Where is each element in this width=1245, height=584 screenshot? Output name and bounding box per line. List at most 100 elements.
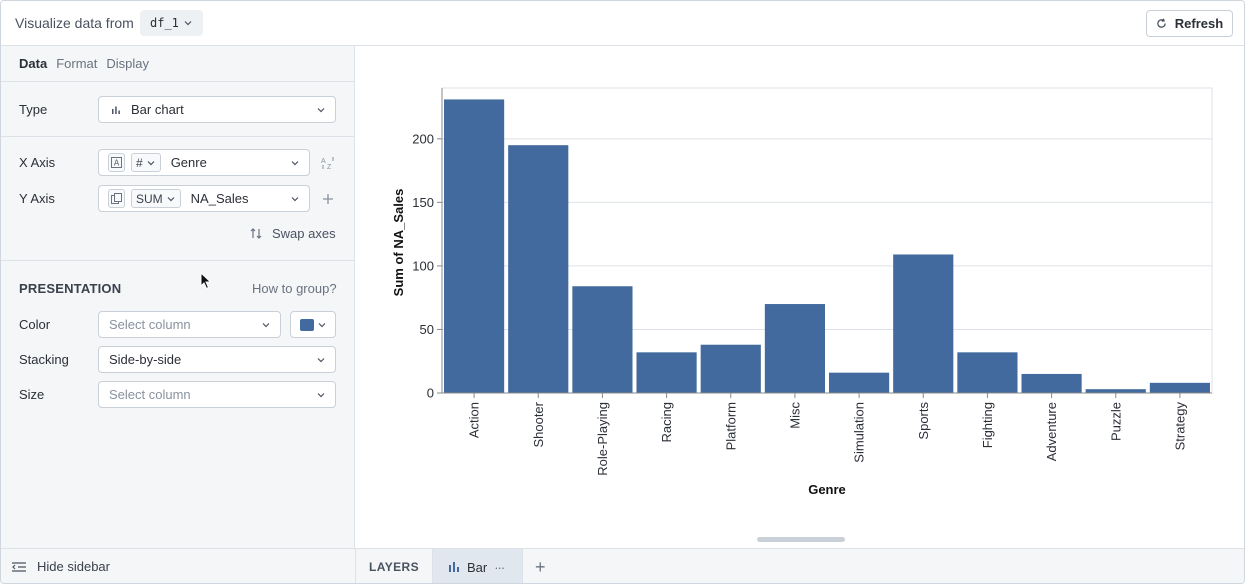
layers-bar: LAYERS Bar ··· + xyxy=(355,549,546,583)
bar-puzzle xyxy=(1085,389,1146,393)
bar-platform xyxy=(700,344,761,393)
bottom-bar: Hide sidebar LAYERS Bar ··· + xyxy=(1,548,1244,583)
bar-fighting xyxy=(957,352,1018,393)
presentation-title: PRESENTATION xyxy=(19,281,122,296)
x-axis-column: Genre xyxy=(170,155,207,170)
x-tick-label: Fighting xyxy=(980,402,995,448)
chevron-down-icon xyxy=(291,197,299,202)
y-tick-label: 200 xyxy=(412,131,434,146)
x-tick-label: Sports xyxy=(916,402,931,440)
stacking-value: Side-by-side xyxy=(109,352,182,367)
x-axis-label: X Axis xyxy=(19,155,56,170)
color-swatch xyxy=(299,318,314,331)
y-tick-label: 0 xyxy=(427,386,434,401)
hide-sidebar-label: Hide sidebar xyxy=(37,559,110,574)
chart-area: 0 50 100 150 200 Action Shooter Role-Playing Rac… xyxy=(356,47,1244,547)
y-axis-title: Sum of NA_Sales xyxy=(391,189,406,297)
x-tick-label: Puzzle xyxy=(1108,402,1123,441)
stacking-label: Stacking xyxy=(19,352,69,367)
color-column-select[interactable]: Select column xyxy=(98,311,281,338)
chart-builder-window: Visualize data from df_1 Refresh Data Fo… xyxy=(0,0,1245,584)
bar-chart-icon xyxy=(112,106,120,114)
resize-handle[interactable] xyxy=(757,537,845,542)
chevron-down-icon xyxy=(184,21,192,26)
x-tick-label: Simulation xyxy=(852,402,867,463)
chevron-down-icon xyxy=(317,108,325,113)
x-tick-label: Platform xyxy=(723,402,738,450)
header: Visualize data from df_1 Refresh xyxy=(1,1,1244,46)
color-label: Color xyxy=(19,317,51,332)
x-tick-label: Action xyxy=(467,402,482,438)
divider xyxy=(1,81,354,82)
x-tick-label: Shooter xyxy=(531,401,546,447)
svg-text:A: A xyxy=(114,158,120,167)
x-tick-label: Racing xyxy=(659,402,674,442)
divider xyxy=(1,136,354,137)
bar-misc xyxy=(764,304,825,393)
y-tick-label: 50 xyxy=(420,322,434,337)
swap-axes-button[interactable]: Swap axes xyxy=(250,226,336,241)
chevron-down-icon xyxy=(317,358,325,363)
type-label: Type xyxy=(19,102,48,117)
y-axis-label: Y Axis xyxy=(19,191,55,206)
bar-racing xyxy=(636,352,697,393)
number-type-icon xyxy=(108,189,125,208)
sidebar-tabs: Data Format Display xyxy=(19,56,149,71)
bar-chart-icon xyxy=(448,562,459,572)
x-tick-label: Misc xyxy=(787,402,802,429)
chevron-down-icon xyxy=(167,196,175,201)
y-agg-chip[interactable]: SUM xyxy=(131,189,181,208)
layer-tab-label: Bar xyxy=(466,559,488,575)
y-axis-column: NA_Sales xyxy=(190,191,249,206)
chevron-down-icon xyxy=(318,322,325,327)
color-column-placeholder: Select column xyxy=(109,317,191,332)
x-axis-title: Genre xyxy=(808,482,846,497)
color-picker-button[interactable] xyxy=(290,311,336,338)
how-to-group-link[interactable]: How to group? xyxy=(252,281,337,296)
y-tick-label: 100 xyxy=(412,258,434,273)
sort-az-icon[interactable]: AZ xyxy=(319,154,337,172)
add-layer-button[interactable]: + xyxy=(523,558,546,576)
swap-icon xyxy=(250,228,262,239)
text-type-icon: A xyxy=(108,153,125,172)
bar-sports xyxy=(893,254,954,393)
header-title: Visualize data from xyxy=(15,15,134,31)
plus-icon[interactable] xyxy=(319,190,337,208)
bar-adventure xyxy=(1021,373,1082,393)
more-options-icon[interactable]: ··· xyxy=(494,560,505,575)
bar-simulation xyxy=(829,372,890,393)
size-column-select[interactable]: Select column xyxy=(98,381,336,408)
hide-sidebar-button[interactable]: Hide sidebar xyxy=(11,559,110,574)
bar-chart[interactable]: 0 50 100 150 200 Action Shooter Role-Playing Rac… xyxy=(356,47,1244,547)
layers-label: LAYERS xyxy=(369,560,419,574)
x-type-chip[interactable]: # xyxy=(131,153,161,172)
x-axis-select[interactable]: A # Genre xyxy=(98,149,310,176)
divider xyxy=(1,260,354,261)
chevron-down-icon xyxy=(291,161,299,166)
bar-shooter xyxy=(508,145,569,393)
mouse-cursor-icon xyxy=(200,272,212,290)
y-tick-label: 150 xyxy=(412,195,434,210)
refresh-button[interactable]: Refresh xyxy=(1146,10,1233,37)
dataframe-select[interactable]: df_1 xyxy=(140,10,203,36)
tab-data[interactable]: Data xyxy=(19,56,47,71)
chart-type-select[interactable]: Bar chart xyxy=(98,96,336,123)
y-axis-select[interactable]: SUM NA_Sales xyxy=(98,185,310,212)
tab-format[interactable]: Format xyxy=(56,56,97,71)
swap-axes-label: Swap axes xyxy=(272,226,336,241)
stacking-select[interactable]: Side-by-side xyxy=(98,346,336,373)
chevron-down-icon xyxy=(147,160,155,165)
chevron-down-icon xyxy=(317,393,325,398)
x-tick-label: Strategy xyxy=(1172,402,1187,451)
chart-type-value: Bar chart xyxy=(131,102,184,117)
x-type-chip-label: # xyxy=(136,155,143,170)
dataframe-name: df_1 xyxy=(150,16,179,30)
tab-display[interactable]: Display xyxy=(106,56,149,71)
size-label: Size xyxy=(19,387,45,402)
y-agg-chip-label: SUM xyxy=(136,191,163,206)
collapse-sidebar-icon xyxy=(12,561,26,572)
refresh-icon xyxy=(1157,18,1166,28)
layer-tab-bar[interactable]: Bar ··· xyxy=(431,549,523,583)
chevron-down-icon xyxy=(262,323,270,328)
sidebar: Data Format Display Type Bar chart X Axi… xyxy=(1,46,355,548)
